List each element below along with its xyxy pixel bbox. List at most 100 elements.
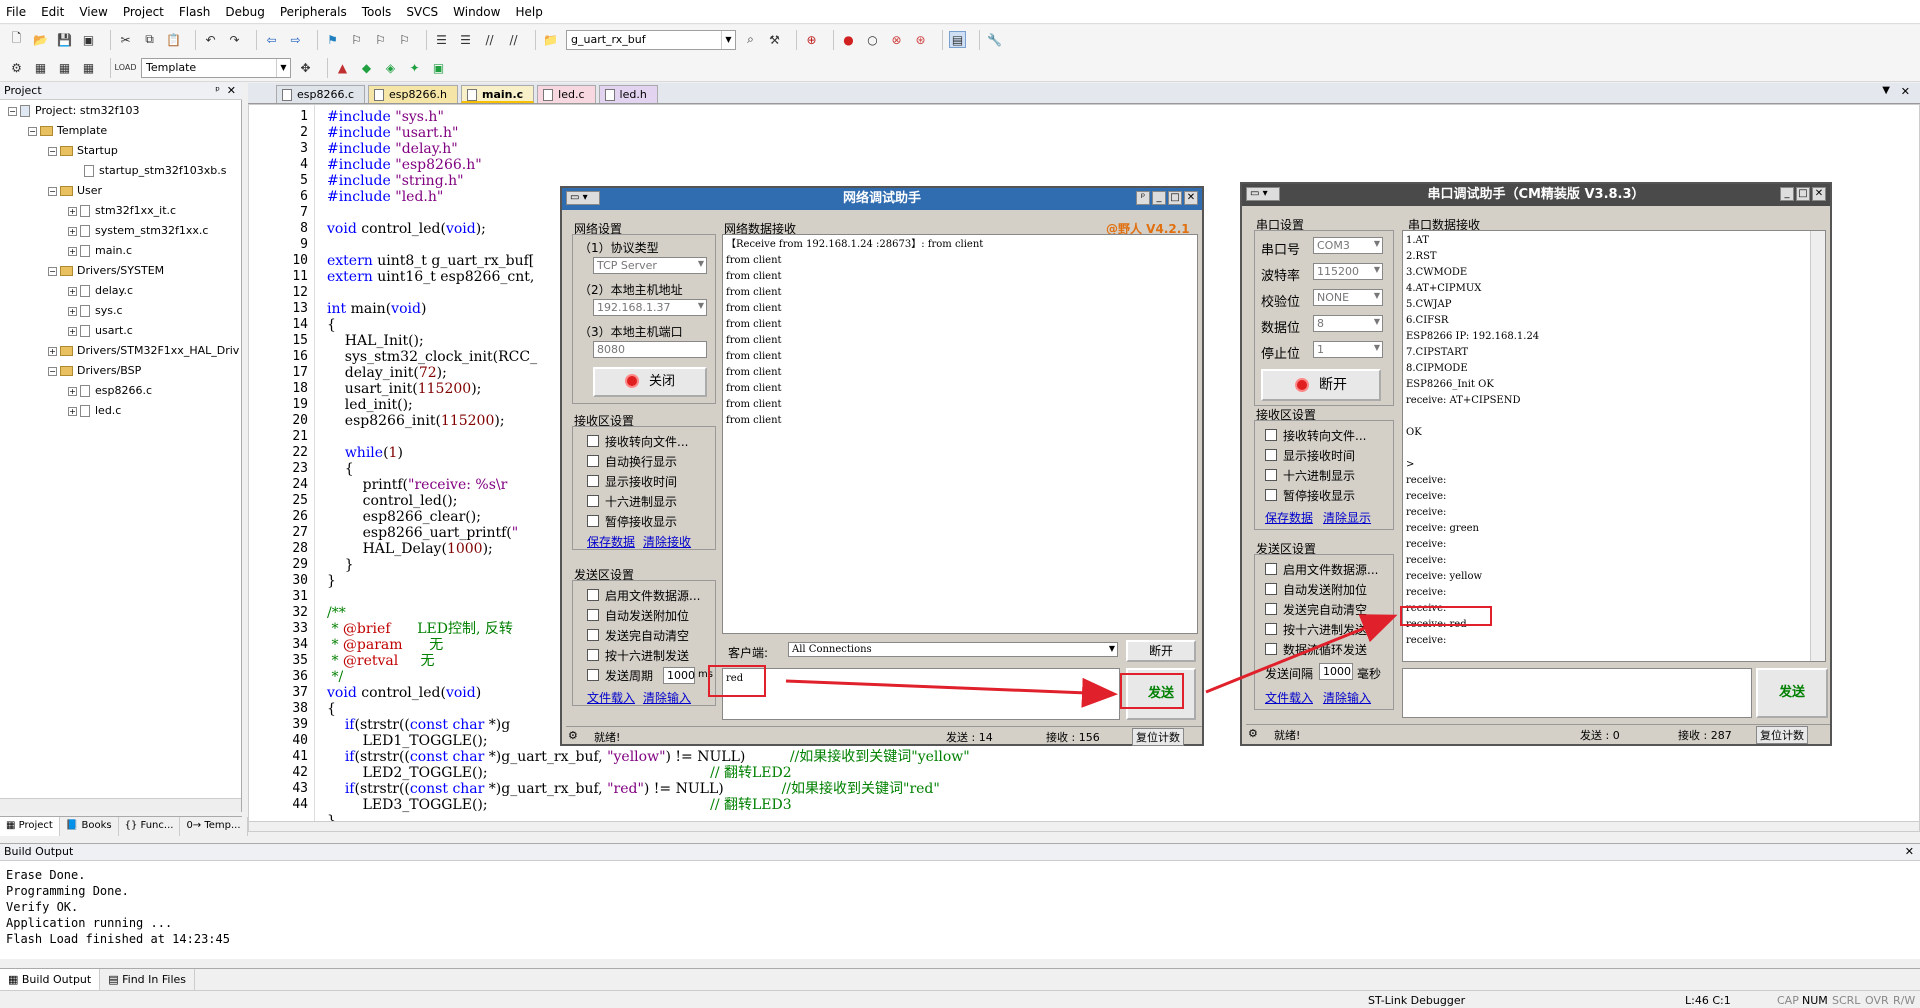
copy-icon[interactable]: ⧉ xyxy=(141,31,158,48)
collapse-icon[interactable]: − xyxy=(48,146,57,156)
save-data-link[interactable]: 保存数据 xyxy=(587,533,635,550)
serial-window-titlebar[interactable]: 串口调试助手（CM精装版 V3.8.3） xyxy=(1242,184,1830,206)
editor-hscrollbar[interactable] xyxy=(249,821,1919,831)
baud-select[interactable]: 115200 ▼ xyxy=(1313,263,1383,280)
expand-icon[interactable]: + xyxy=(68,386,77,396)
load-download-icon[interactable]: LOAD xyxy=(115,59,137,76)
maximize-icon[interactable]: □ xyxy=(1796,187,1810,201)
pin-icon[interactable]: ᵖ xyxy=(215,83,220,99)
target-options-icon[interactable]: ✥ xyxy=(297,59,314,76)
hex-display-checkbox[interactable]: 十六进制显示 xyxy=(587,493,677,510)
auto-append-checkbox[interactable]: 自动发送附加位 xyxy=(587,607,689,624)
local-port-input[interactable]: 8080 xyxy=(593,341,707,358)
menu-flash[interactable]: Flash xyxy=(179,5,210,19)
tree-item-root[interactable]: − Project: stm32f103 xyxy=(8,104,139,118)
batch-build-icon[interactable]: ▦ xyxy=(80,59,97,76)
breakpoint-kill-icon[interactable]: ⊛ xyxy=(912,31,929,48)
disconnect-button[interactable]: 断开 xyxy=(1126,640,1196,662)
close-icon[interactable]: ✕ xyxy=(1184,191,1198,205)
protocol-select[interactable]: TCP Server ▼ xyxy=(593,257,707,274)
network-window-titlebar[interactable]: 网络调试助手 xyxy=(562,188,1202,210)
maximize-icon[interactable]: □ xyxy=(1168,191,1182,205)
tree-hscrollbar[interactable] xyxy=(0,798,241,812)
databits-select[interactable]: 8 ▼ xyxy=(1313,315,1383,332)
close-icon[interactable]: ✕ xyxy=(227,83,236,99)
serial-recv-scrollbar[interactable] xyxy=(1810,231,1825,661)
expand-icon[interactable]: + xyxy=(68,286,77,296)
clear-recv-link[interactable]: 清除接收 xyxy=(643,533,691,550)
tab-project[interactable]: ▦ Project xyxy=(0,817,60,836)
indent-icon[interactable]: ☰ xyxy=(433,31,450,48)
load-file-link[interactable]: 文件载入 xyxy=(587,689,635,706)
select-software-icon[interactable]: ✦ xyxy=(406,59,423,76)
client-select[interactable]: All Connections ▼ xyxy=(788,642,1118,657)
rte-icon[interactable]: ◈ xyxy=(382,59,399,76)
menu-debug[interactable]: Debug xyxy=(225,5,264,19)
menu-view[interactable]: View xyxy=(79,5,107,19)
tab-led-h[interactable]: led.h xyxy=(598,85,658,103)
pack-installer-icon[interactable]: ◆ xyxy=(358,59,375,76)
menu-file[interactable]: File xyxy=(6,5,26,19)
auto-wrap-checkbox[interactable]: 自动换行显示 xyxy=(587,453,677,470)
recv-to-file-checkbox[interactable]: 接收转向文件... xyxy=(587,433,688,450)
expand-icon[interactable]: + xyxy=(68,246,77,256)
nav-forward-icon[interactable]: ⇨ xyxy=(287,31,304,48)
recv-to-file-checkbox[interactable]: 接收转向文件... xyxy=(1265,427,1366,444)
undo-icon[interactable]: ↶ xyxy=(202,31,219,48)
replace-icon[interactable]: ⚒ xyxy=(766,31,783,48)
bookmark-icon[interactable]: ⚑ xyxy=(324,31,341,48)
pause-display-checkbox[interactable]: 暂停接收显示 xyxy=(1265,487,1355,504)
net-reset-count-button[interactable]: 复位计数 xyxy=(1132,728,1184,746)
project-target-combo[interactable]: Template ▼ xyxy=(141,57,291,78)
port-select[interactable]: COM3 ▼ xyxy=(1313,237,1383,254)
clear-input-link[interactable]: 清除输入 xyxy=(1323,689,1371,706)
tree-item-drivers-system[interactable]: − Drivers/SYSTEM xyxy=(48,264,164,278)
tree-item-system[interactable]: + system_stm32f1xx.c xyxy=(68,224,208,238)
open-file-icon[interactable]: 📂 xyxy=(32,31,49,48)
serial-recv-textarea[interactable]: 1.AT 2.RST 3.CWMODE 4.AT+CIPMUX 5.CWJAP … xyxy=(1402,230,1826,662)
clear-display-link[interactable]: 清除显示 xyxy=(1323,509,1371,526)
hex-display-checkbox[interactable]: 十六进制显示 xyxy=(1265,467,1355,484)
net-send-textarea[interactable]: red xyxy=(722,668,1120,720)
rebuild-icon[interactable]: ▦ xyxy=(56,59,73,76)
redo-icon[interactable]: ↷ xyxy=(226,31,243,48)
tab-main-c[interactable]: main.c xyxy=(460,85,535,103)
collapse-icon[interactable]: − xyxy=(48,266,57,276)
pin-icon[interactable]: ᵖ xyxy=(1136,191,1150,205)
system-menu-icon[interactable]: ▭ ▾ xyxy=(566,191,600,205)
settings-wrench-icon[interactable]: 🔧 xyxy=(986,31,1003,48)
comment-icon[interactable]: // xyxy=(481,31,498,48)
auto-append-checkbox[interactable]: 自动发送附加位 xyxy=(1265,581,1367,598)
close-icon[interactable]: ✕ xyxy=(1901,85,1910,98)
find-in-files-icon[interactable]: 📁 xyxy=(542,31,559,48)
tab-build-output[interactable]: ▦ Build Output xyxy=(0,969,101,990)
close-connection-button[interactable]: 关闭 xyxy=(593,367,707,397)
tab-functions[interactable]: {} Func... xyxy=(119,817,181,836)
menu-help[interactable]: Help xyxy=(515,5,542,19)
send-period-checkbox[interactable]: 发送周期 xyxy=(587,667,653,684)
minimize-icon[interactable]: _ xyxy=(1780,187,1794,201)
tree-item-user[interactable]: − User xyxy=(48,184,102,198)
nav-back-icon[interactable]: ⇦ xyxy=(263,31,280,48)
system-menu-icon[interactable]: ▭ ▾ xyxy=(1246,187,1280,201)
breakpoint-disable-icon[interactable]: ○ xyxy=(864,31,881,48)
bookmark-next-icon[interactable]: ⚐ xyxy=(372,31,389,48)
expand-icon[interactable]: + xyxy=(48,346,57,356)
multiproject-icon[interactable]: ▣ xyxy=(430,59,447,76)
collapse-icon[interactable]: − xyxy=(48,366,57,376)
send-interval-input[interactable]: 1000 xyxy=(1319,663,1353,680)
unindent-icon[interactable]: ☰ xyxy=(457,31,474,48)
menu-svcs[interactable]: SVCS xyxy=(406,5,438,19)
show-recv-time-checkbox[interactable]: 显示接收时间 xyxy=(1265,447,1355,464)
tab-list-chevron-icon[interactable]: ▼ xyxy=(1882,85,1890,96)
close-icon[interactable]: ✕ xyxy=(1905,844,1914,860)
load-file-link[interactable]: 文件载入 xyxy=(1265,689,1313,706)
new-file-icon[interactable]: 🗋 xyxy=(8,31,25,48)
tree-item-hal[interactable]: + Drivers/STM32F1xx_HAL_Driv xyxy=(48,344,239,358)
minimize-icon[interactable]: _ xyxy=(1152,191,1166,205)
auto-clear-checkbox[interactable]: 发送完自动清空 xyxy=(587,627,689,644)
tree-item-startup[interactable]: − Startup xyxy=(48,144,118,158)
bookmark-prev-icon[interactable]: ⚐ xyxy=(348,31,365,48)
menu-window[interactable]: Window xyxy=(453,5,500,19)
translate-icon[interactable]: ⚙ xyxy=(8,59,25,76)
